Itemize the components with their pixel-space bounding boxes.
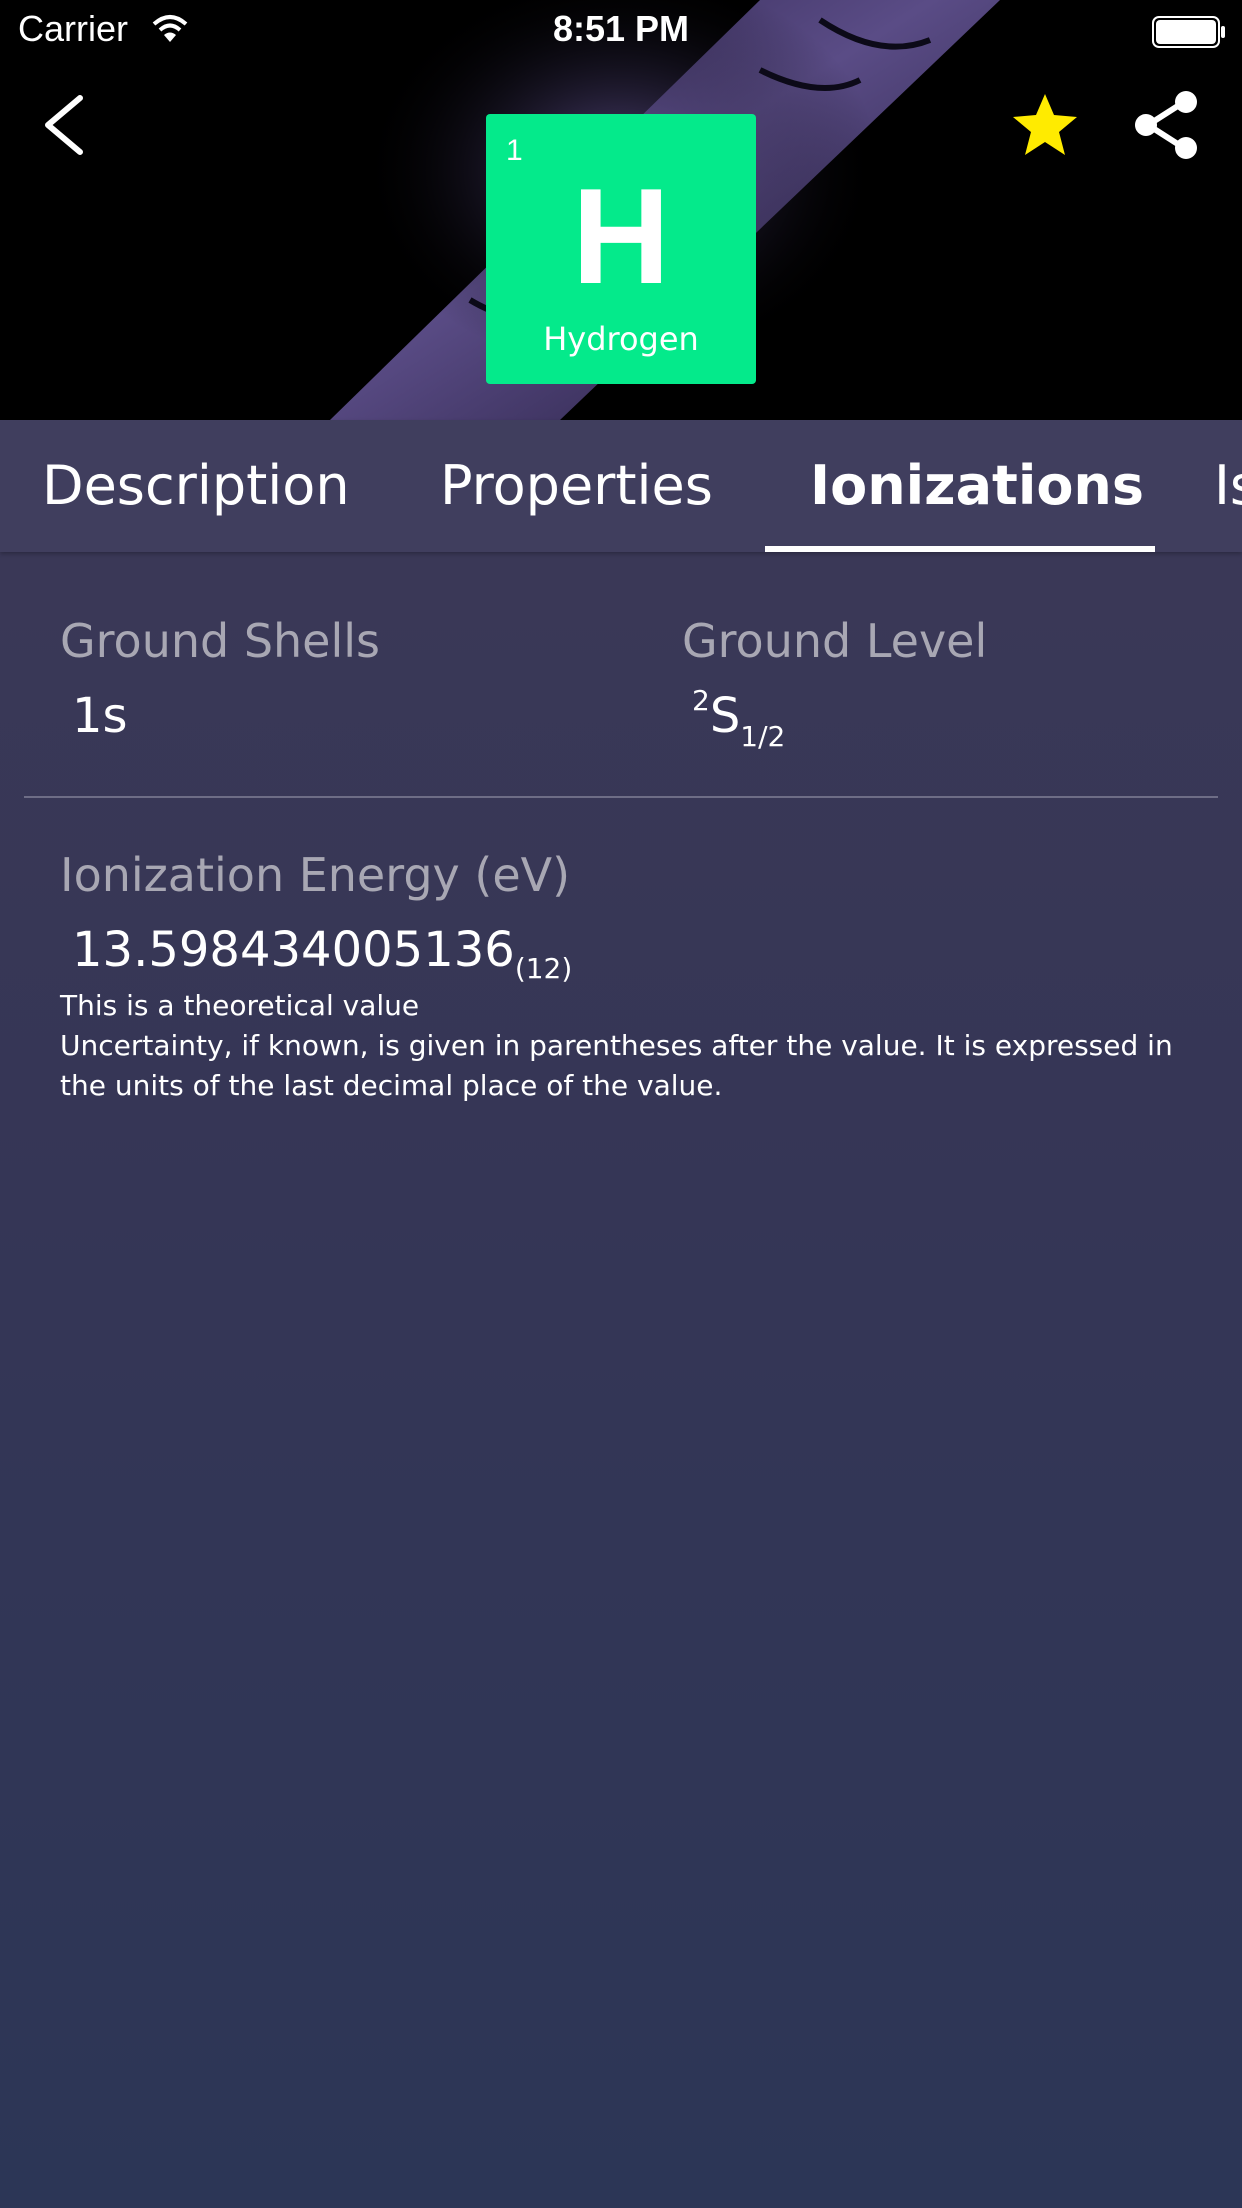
ground-shells-value: 1s — [72, 688, 128, 744]
tab-properties[interactable]: Properties — [440, 454, 713, 517]
ionization-energy-label: Ionization Energy (eV) — [60, 848, 571, 902]
tab-description[interactable]: Description — [42, 454, 350, 517]
battery-icon — [1152, 16, 1225, 48]
star-icon — [1013, 94, 1077, 155]
ground-level-value: 2S1/2 — [692, 684, 785, 753]
active-tab-indicator — [765, 546, 1155, 552]
tab-bar: Description Properties Ionizations Is — [0, 420, 1242, 552]
favorite-button[interactable] — [1010, 90, 1080, 160]
theoretical-value-note: This is a theoretical value — [60, 989, 420, 1022]
element-symbol: H — [571, 160, 671, 312]
ground-level-label: Ground Level — [682, 614, 988, 668]
tab-ionizations[interactable]: Ionizations — [810, 454, 1144, 517]
back-button[interactable] — [36, 90, 96, 160]
status-bar: Carrier 8:51 PM — [0, 0, 1242, 60]
ground-shells-label: Ground Shells — [60, 614, 381, 668]
uncertainty-note: Uncertainty, if known, is given in paren… — [60, 1029, 1173, 1102]
share-icon — [1135, 91, 1197, 159]
ionization-energy-value: 13.598434005136 — [72, 922, 515, 978]
section-divider — [24, 796, 1218, 798]
ground-level-superscript: 2 — [692, 684, 710, 717]
atomic-number: 1 — [506, 134, 523, 167]
ionization-energy-value-row: 13.598434005136(12) — [72, 922, 572, 985]
element-tile: 1 H Hydrogen — [486, 114, 756, 384]
chevron-left-icon — [45, 95, 83, 155]
ionization-energy-uncertainty: (12) — [514, 952, 573, 985]
ground-level-term: S — [709, 688, 741, 744]
ground-level-subscript: 1/2 — [740, 720, 786, 753]
status-time: 8:51 PM — [552, 8, 690, 49]
share-button[interactable] — [1130, 88, 1204, 162]
header-hero: Carrier 8:51 PM 1 H Hydrogen — [0, 0, 1242, 420]
tab-isotopes[interactable]: Is — [1214, 454, 1242, 517]
element-name: Hydrogen — [543, 320, 699, 358]
